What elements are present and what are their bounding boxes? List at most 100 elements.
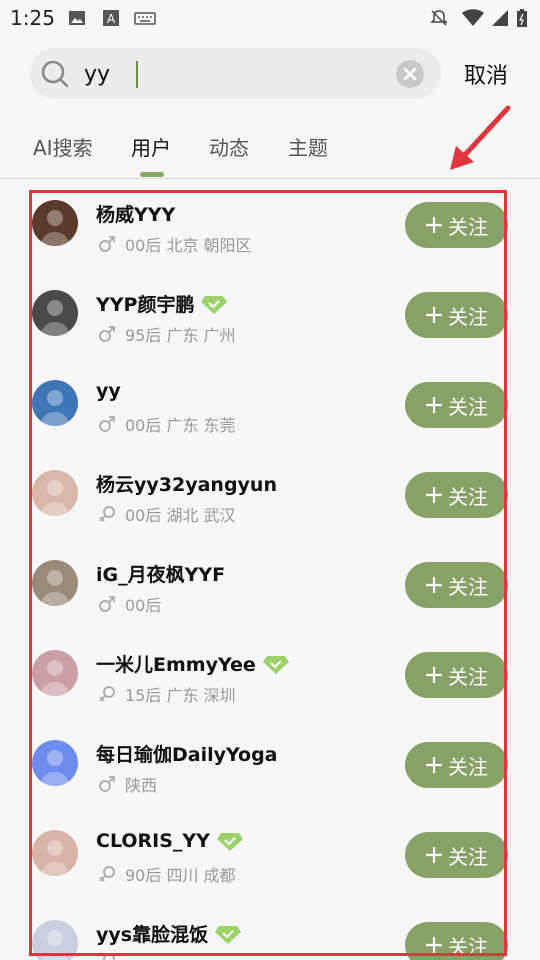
search-input[interactable] <box>84 55 384 93</box>
name-line: YYP颜宇鹏 <box>96 290 228 317</box>
follow-button[interactable]: 关注 <box>405 382 508 428</box>
user-row[interactable]: 杨威YYY 00后 北京 朝阳区 关注 <box>0 190 540 280</box>
name-line: CLORIS_YY <box>96 830 243 852</box>
user-name[interactable]: 一米儿EmmyYee <box>96 650 256 677</box>
plus-icon <box>426 307 442 323</box>
user-name[interactable]: CLORIS_YY <box>96 830 210 852</box>
plus-icon <box>426 757 442 773</box>
keyboard-icon <box>134 12 156 25</box>
avatar[interactable] <box>32 650 78 696</box>
user-row[interactable]: yys靠脸混饭关注 <box>0 910 540 960</box>
user-name[interactable]: iG_月夜枫YYF <box>96 560 225 587</box>
follow-button[interactable]: 关注 <box>405 562 508 608</box>
follow-button[interactable]: 关注 <box>405 922 508 960</box>
name-line: 杨云yy32yangyun <box>96 470 277 497</box>
user-meta: 95后 广东 广州 <box>98 322 236 346</box>
user-row[interactable]: YYP颜宇鹏 95后 广东 广州 关注 <box>0 280 540 370</box>
user-name[interactable]: YYP颜宇鹏 <box>96 290 194 317</box>
search-bar: 取消 <box>0 44 540 104</box>
user-meta: 90后 四川 成都 <box>98 862 236 886</box>
verified-icon <box>201 295 228 314</box>
user-row[interactable]: iG_月夜枫YYF 00后 关注 <box>0 550 540 640</box>
user-meta-text: 00后 广东 东莞 <box>125 416 236 435</box>
female-icon <box>99 506 115 522</box>
avatar[interactable] <box>32 200 78 246</box>
verified-icon <box>262 655 289 674</box>
search-box[interactable] <box>30 48 441 99</box>
avatar[interactable] <box>32 470 78 516</box>
name-line: 一米儿EmmyYee <box>96 650 289 677</box>
annotation-arrow-icon <box>450 105 511 170</box>
cellular-icon <box>492 10 508 26</box>
user-row[interactable]: yy 00后 广东 东莞 关注 <box>0 370 540 460</box>
user-meta <box>98 952 125 960</box>
avatar[interactable] <box>32 290 78 336</box>
follow-button[interactable]: 关注 <box>405 292 508 338</box>
avatar[interactable] <box>32 830 78 876</box>
name-line: iG_月夜枫YYF <box>96 560 225 587</box>
user-meta: 00后 <box>98 592 161 616</box>
user-meta: 00后 北京 朝阳区 <box>98 232 252 256</box>
female-icon <box>99 686 115 702</box>
user-row[interactable]: CLORIS_YY 90后 四川 成都 关注 <box>0 820 540 910</box>
name-line: yy <box>96 380 121 402</box>
user-row[interactable]: 一米儿EmmyYee 15后 广东 深圳 关注 <box>0 640 540 730</box>
avatar[interactable] <box>32 920 78 960</box>
battery-icon <box>517 9 527 27</box>
user-row[interactable]: 杨云yy32yangyun 00后 湖北 武汉 关注 <box>0 460 540 550</box>
status-bar: 1:25 A <box>0 0 540 36</box>
user-meta: 15后 广东 深圳 <box>98 682 236 706</box>
avatar[interactable] <box>32 560 78 606</box>
verified-icon <box>216 833 243 851</box>
male-icon <box>99 596 115 612</box>
text-icon: A <box>103 10 119 26</box>
user-name[interactable]: yy <box>96 380 121 402</box>
follow-label: 关注 <box>448 214 488 239</box>
user-meta: 00后 广东 东莞 <box>98 412 236 436</box>
follow-label: 关注 <box>448 484 488 509</box>
name-line: 杨威YYY <box>96 200 175 227</box>
follow-label: 关注 <box>448 844 488 869</box>
avatar[interactable] <box>32 380 78 426</box>
image-icon <box>69 11 85 25</box>
avatar[interactable] <box>32 740 78 786</box>
tab-posts[interactable]: 动态 <box>209 132 249 161</box>
tab-ai-search[interactable]: AI搜索 <box>33 132 93 161</box>
verified-icon <box>215 925 242 944</box>
user-list: 杨威YYY 00后 北京 朝阳区 关注 YYP颜宇鹏 95后 广东 广州 关注 yy 00后 … <box>0 190 540 960</box>
cancel-button[interactable]: 取消 <box>464 58 508 90</box>
plus-icon <box>426 937 442 953</box>
plus-icon <box>426 577 442 593</box>
follow-label: 关注 <box>448 934 488 959</box>
user-name[interactable]: 每日瑜伽DailyYoga <box>96 740 278 767</box>
user-name[interactable]: 杨云yy32yangyun <box>96 470 277 497</box>
user-meta-text: 00后 北京 朝阳区 <box>125 236 252 255</box>
follow-label: 关注 <box>448 304 488 329</box>
user-row[interactable]: 每日瑜伽DailyYoga 陕西 关注 <box>0 730 540 820</box>
tab-topics[interactable]: 主题 <box>288 132 328 161</box>
female-icon <box>103 953 115 960</box>
follow-button[interactable]: 关注 <box>405 202 508 248</box>
follow-label: 关注 <box>448 754 488 779</box>
user-meta: 陕西 <box>98 772 157 796</box>
tab-divider <box>0 178 540 179</box>
user-name[interactable]: 杨威YYY <box>96 200 175 227</box>
male-icon <box>99 416 115 432</box>
plus-icon <box>426 487 442 503</box>
follow-label: 关注 <box>448 574 488 599</box>
user-name[interactable]: yys靠脸混饭 <box>96 920 208 947</box>
follow-button[interactable]: 关注 <box>405 652 508 698</box>
follow-button[interactable]: 关注 <box>405 472 508 518</box>
plus-icon <box>426 847 442 863</box>
user-meta: 00后 湖北 武汉 <box>98 502 236 526</box>
female-icon <box>99 866 115 882</box>
search-icon <box>41 60 69 88</box>
text-caret <box>136 61 138 88</box>
name-line: 每日瑜伽DailyYoga <box>96 740 278 767</box>
tab-users[interactable]: 用户 <box>131 132 171 161</box>
follow-button[interactable]: 关注 <box>405 832 508 878</box>
plus-icon <box>426 667 442 683</box>
follow-button[interactable]: 关注 <box>405 742 508 788</box>
user-meta-text: 00后 <box>125 596 162 615</box>
clear-search-button[interactable] <box>396 60 424 88</box>
